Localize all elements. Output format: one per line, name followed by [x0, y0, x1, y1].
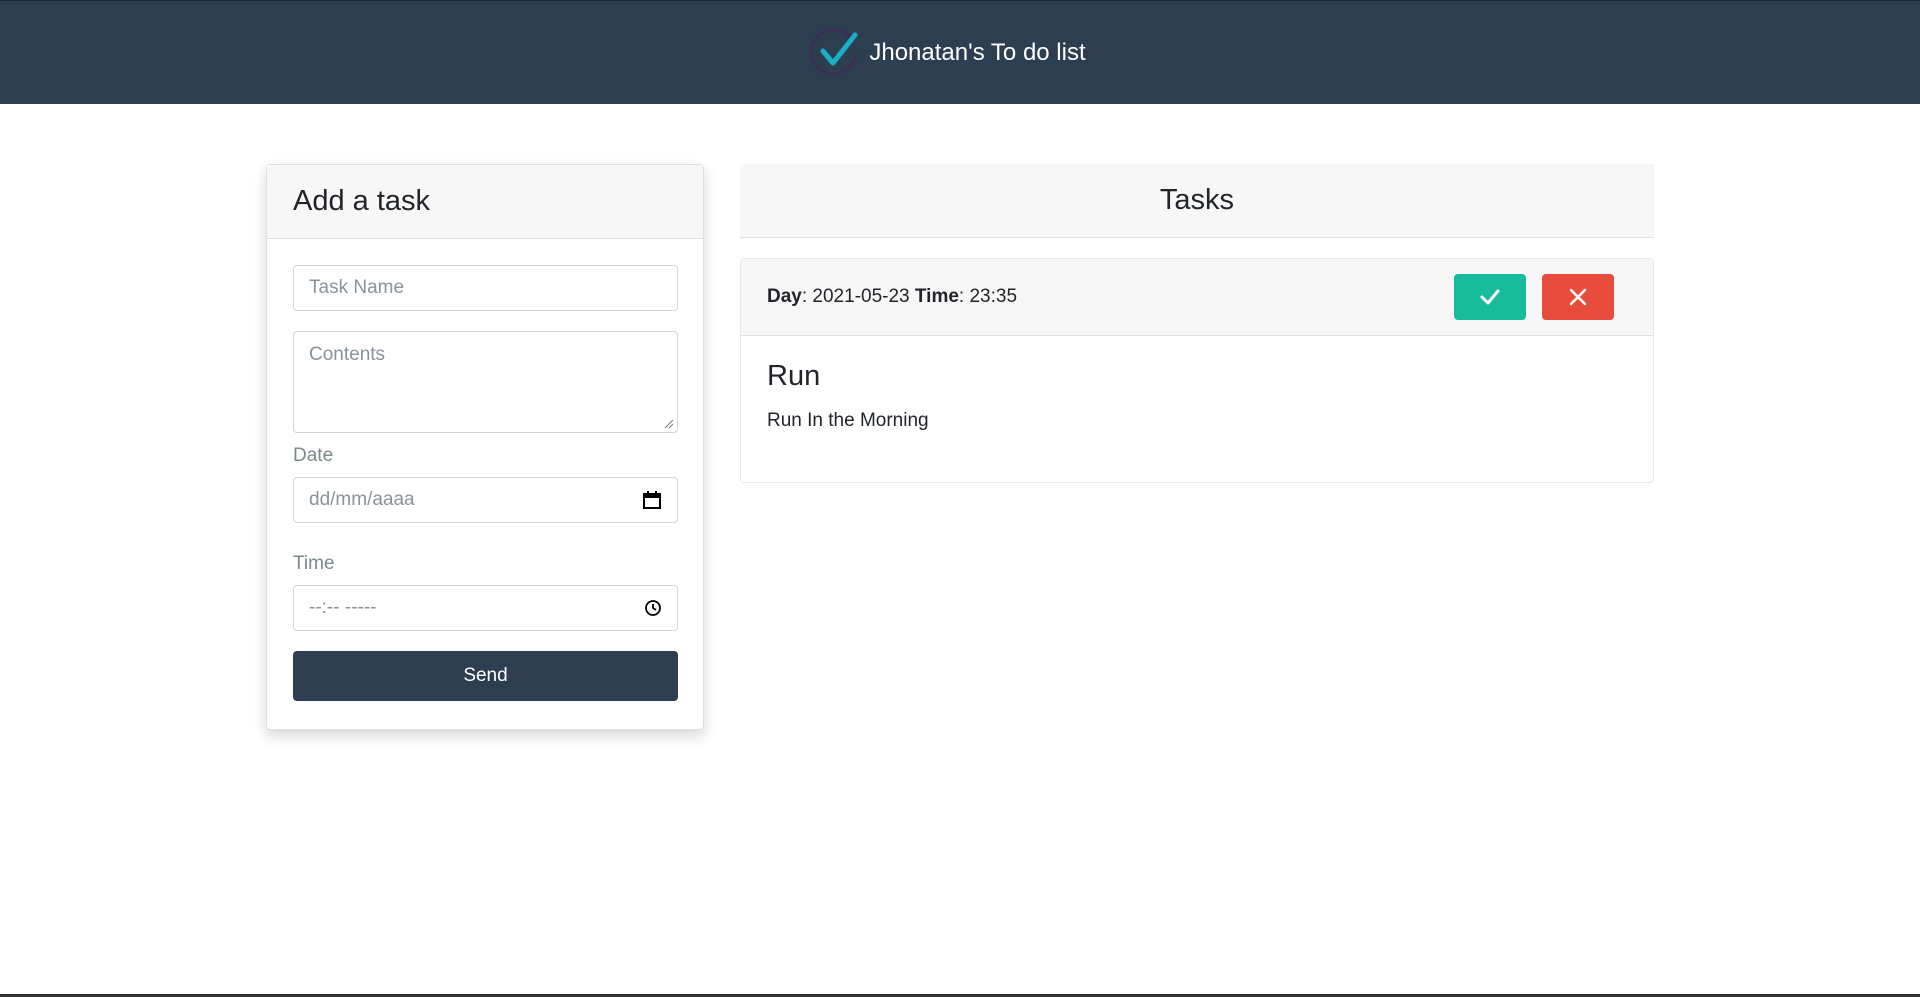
time-input[interactable]: --:-- ----- [293, 585, 678, 631]
add-task-form: Task Name Contents Date dd/mm/aaaa Time … [267, 239, 703, 727]
task-description: Run In the Morning [767, 410, 929, 431]
check-circle-icon [810, 28, 858, 75]
task-day: 2021-05-23 [812, 286, 910, 307]
time-placeholder: --:-- ----- [309, 597, 377, 618]
check-icon [1480, 289, 1500, 305]
task-title: Run [767, 360, 821, 392]
day-label: Day [767, 286, 802, 307]
date-input[interactable]: dd/mm/aaaa [293, 477, 678, 523]
time-label-task: Time [914, 286, 959, 307]
app-title: Jhonatan's To do list [869, 38, 1086, 66]
task-card-header: Day: 2021-05-23 Time: 23:35 [741, 259, 1653, 336]
brand[interactable]: Jhonatan's To do list [809, 25, 1086, 81]
close-icon [1569, 288, 1587, 306]
send-button[interactable]: Send [293, 651, 678, 701]
calendar-icon[interactable] [642, 490, 662, 510]
contents-textarea[interactable]: Contents [293, 331, 678, 433]
add-task-card: Add a task Task Name Contents Date dd/mm… [266, 164, 704, 730]
delete-task-button[interactable] [1542, 274, 1614, 320]
date-label: Date [293, 445, 334, 466]
date-placeholder: dd/mm/aaaa [309, 489, 415, 510]
task-actions [1454, 274, 1614, 320]
task-name-placeholder: Task Name [309, 277, 405, 298]
add-task-header: Add a task [267, 165, 703, 239]
contents-placeholder: Contents [309, 344, 386, 365]
tasks-header: Tasks [740, 164, 1654, 238]
task-meta: Day: 2021-05-23 Time: 23:35 [767, 286, 1018, 307]
top-navbar: Jhonatan's To do list [0, 0, 1920, 104]
task-name-input[interactable]: Task Name [293, 265, 678, 311]
time-label: Time [293, 553, 335, 574]
task-time: 23:35 [969, 286, 1018, 307]
task-card: Day: 2021-05-23 Time: 23:35 Run Run In t… [740, 258, 1654, 483]
clock-icon[interactable] [644, 599, 662, 617]
complete-task-button[interactable] [1454, 274, 1526, 320]
task-body: Run Run In the Morning [741, 336, 1653, 456]
resize-handle-icon[interactable] [664, 419, 674, 429]
